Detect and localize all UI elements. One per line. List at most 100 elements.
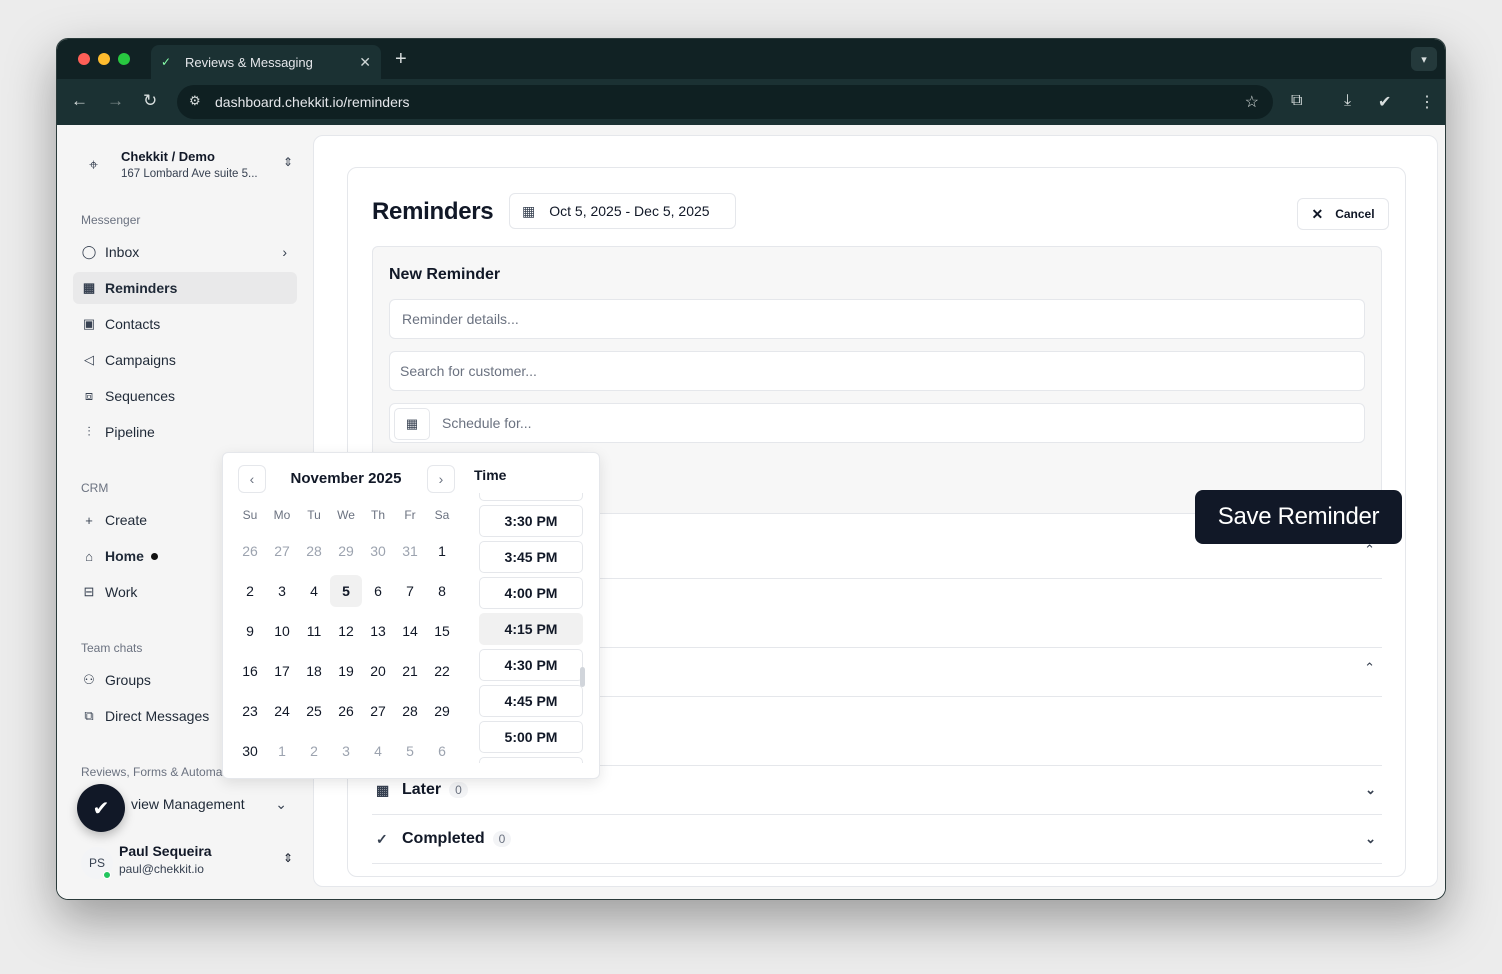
calendar-day[interactable]: 3	[330, 735, 362, 767]
calendar-day[interactable]: 23	[234, 695, 266, 727]
calendar-icon: ▦	[376, 781, 390, 798]
calendar-day[interactable]: 26	[330, 695, 362, 727]
chekkit-check-icon[interactable]: ✔	[77, 784, 125, 832]
calendar-day[interactable]: 28	[394, 695, 426, 727]
downloads-icon[interactable]: ⤓	[1344, 92, 1351, 110]
calendar-day[interactable]: 2	[234, 575, 266, 607]
calendar-day[interactable]: 1	[266, 735, 298, 767]
save-reminder-button[interactable]: Save Reminder	[1195, 490, 1402, 544]
calendar-day[interactable]: 11	[298, 615, 330, 647]
sidebar-item-campaigns[interactable]: ◁ Campaigns	[73, 344, 297, 376]
time-slot[interactable]: 4:45 PM	[479, 685, 583, 717]
calendar-day[interactable]: 31	[394, 535, 426, 567]
calendar-day[interactable]: 6	[426, 735, 458, 767]
close-tab-icon[interactable]: ✕	[359, 54, 371, 71]
close-window-button[interactable]	[78, 53, 90, 65]
calendar-day[interactable]: 6	[362, 575, 394, 607]
tab-search-icon[interactable]: ▾	[1411, 47, 1437, 71]
prev-month-button[interactable]: ‹	[238, 465, 266, 493]
calendar-day[interactable]: 12	[330, 615, 362, 647]
cancel-button[interactable]: ✕ Cancel	[1297, 198, 1389, 230]
calendar-day[interactable]: 24	[266, 695, 298, 727]
calendar-day[interactable]: 20	[362, 655, 394, 687]
maximize-window-button[interactable]	[118, 53, 130, 65]
sidebar-item-inbox[interactable]: ◯ Inbox ›	[73, 236, 297, 268]
calendar-day[interactable]: 27	[266, 535, 298, 567]
time-list[interactable]: 3:30 PM 3:45 PM 4:00 PM 4:15 PM 4:30 PM 4:45 …	[478, 493, 584, 763]
profile-icon[interactable]: ✔	[1378, 92, 1391, 112]
site-settings-icon[interactable]: ⚙	[189, 93, 201, 109]
calendar-day[interactable]: 9	[234, 615, 266, 647]
reminder-details-input[interactable]: Reminder details...	[389, 299, 1365, 339]
extensions-icon[interactable]: ⧉	[1291, 92, 1302, 110]
unread-dot	[150, 552, 158, 560]
home-icon: ⌂	[85, 548, 93, 564]
schedule-input[interactable]: ▦ Schedule for...	[389, 403, 1365, 443]
calendar-day[interactable]: 17	[266, 655, 298, 687]
calendar-icon[interactable]: ▦	[394, 408, 430, 440]
calendar-day[interactable]: 4	[362, 735, 394, 767]
customer-search-input[interactable]: Search for customer...	[389, 351, 1365, 391]
calendar-day[interactable]: 10	[266, 615, 298, 647]
minimize-window-button[interactable]	[98, 53, 110, 65]
reload-icon[interactable]: ↻	[143, 91, 157, 111]
chevron-up-icon[interactable]: ⌃	[1364, 660, 1375, 676]
time-slot[interactable]: 3:45 PM	[479, 541, 583, 573]
org-switcher[interactable]: ⌖ Chekkit / Demo 167 Lombard Ave suite 5…	[81, 149, 297, 183]
group-completed[interactable]: ✓ Completed 0 ⌄	[372, 815, 1382, 864]
calendar-day[interactable]: 1	[426, 535, 458, 567]
time-slot[interactable]: 4:30 PM	[479, 649, 583, 681]
calendar-day[interactable]: 15	[426, 615, 458, 647]
next-month-button[interactable]: ›	[427, 465, 455, 493]
calendar-day[interactable]: 29	[426, 695, 458, 727]
calendar-day[interactable]: 30	[362, 535, 394, 567]
calendar-day[interactable]: 2	[298, 735, 330, 767]
online-status-dot	[103, 871, 111, 879]
calendar-day[interactable]: 18	[298, 655, 330, 687]
sidebar-item-reminders[interactable]: ▦ Reminders	[73, 272, 297, 304]
calendar-day[interactable]: 19	[330, 655, 362, 687]
user-name: Paul Sequeira	[119, 843, 212, 859]
time-slot[interactable]: 4:00 PM	[479, 577, 583, 609]
new-tab-icon[interactable]: +	[395, 48, 407, 71]
sidebar-item-pipeline[interactable]: ⫶ Pipeline	[73, 416, 297, 448]
time-slot[interactable]: 3:30 PM	[479, 505, 583, 537]
chevron-down-icon: ⌄	[1365, 831, 1376, 846]
sidebar-item-contacts[interactable]: ▣ Contacts	[73, 308, 297, 340]
bookmark-star-icon[interactable]: ☆	[1245, 92, 1259, 112]
calendar-day[interactable]: 30	[234, 735, 266, 767]
date-range-picker[interactable]: ▦ Oct 5, 2025 - Dec 5, 2025	[509, 193, 736, 229]
calendar-day[interactable]: 29	[330, 535, 362, 567]
calendar-day[interactable]: 5	[330, 575, 362, 607]
time-slot[interactable]	[479, 493, 583, 501]
browser-menu-icon[interactable]: ⋮	[1419, 92, 1435, 112]
user-menu[interactable]: PS Paul Sequeira paul@chekkit.io ⇕	[81, 841, 297, 881]
time-scrollbar[interactable]	[580, 667, 585, 687]
back-icon[interactable]: ←	[71, 91, 88, 111]
forward-icon[interactable]: →	[107, 91, 124, 111]
calendar-day[interactable]: 3	[266, 575, 298, 607]
time-slot[interactable]: 4:15 PM	[479, 613, 583, 645]
weekday-label: We	[337, 508, 355, 522]
calendar-day[interactable]: 27	[362, 695, 394, 727]
calendar-day[interactable]: 14	[394, 615, 426, 647]
calendar-day[interactable]: 26	[234, 535, 266, 567]
calendar-day[interactable]: 8	[426, 575, 458, 607]
time-slot[interactable]: 5:00 PM	[479, 721, 583, 753]
sidebar-item-sequences[interactable]: ⧈ Sequences	[73, 380, 297, 412]
browser-tab[interactable]: ✓ Reviews & Messaging ✕	[151, 45, 381, 79]
calendar-day[interactable]: 28	[298, 535, 330, 567]
chevron-up-icon[interactable]: ⌃	[1364, 542, 1375, 558]
calendar-day[interactable]: 13	[362, 615, 394, 647]
calendar-day[interactable]: 16	[234, 655, 266, 687]
calendar-day[interactable]: 7	[394, 575, 426, 607]
time-slot[interactable]	[479, 757, 583, 763]
calendar-day[interactable]: 4	[298, 575, 330, 607]
sidebar-item-label: Pipeline	[105, 424, 155, 440]
calendar-day[interactable]: 5	[394, 735, 426, 767]
weekday-label: Th	[370, 508, 385, 522]
calendar-day[interactable]: 25	[298, 695, 330, 727]
calendar-day[interactable]: 22	[426, 655, 458, 687]
address-bar[interactable]: ⚙ dashboard.chekkit.io/reminders ☆	[177, 85, 1273, 119]
calendar-day[interactable]: 21	[394, 655, 426, 687]
